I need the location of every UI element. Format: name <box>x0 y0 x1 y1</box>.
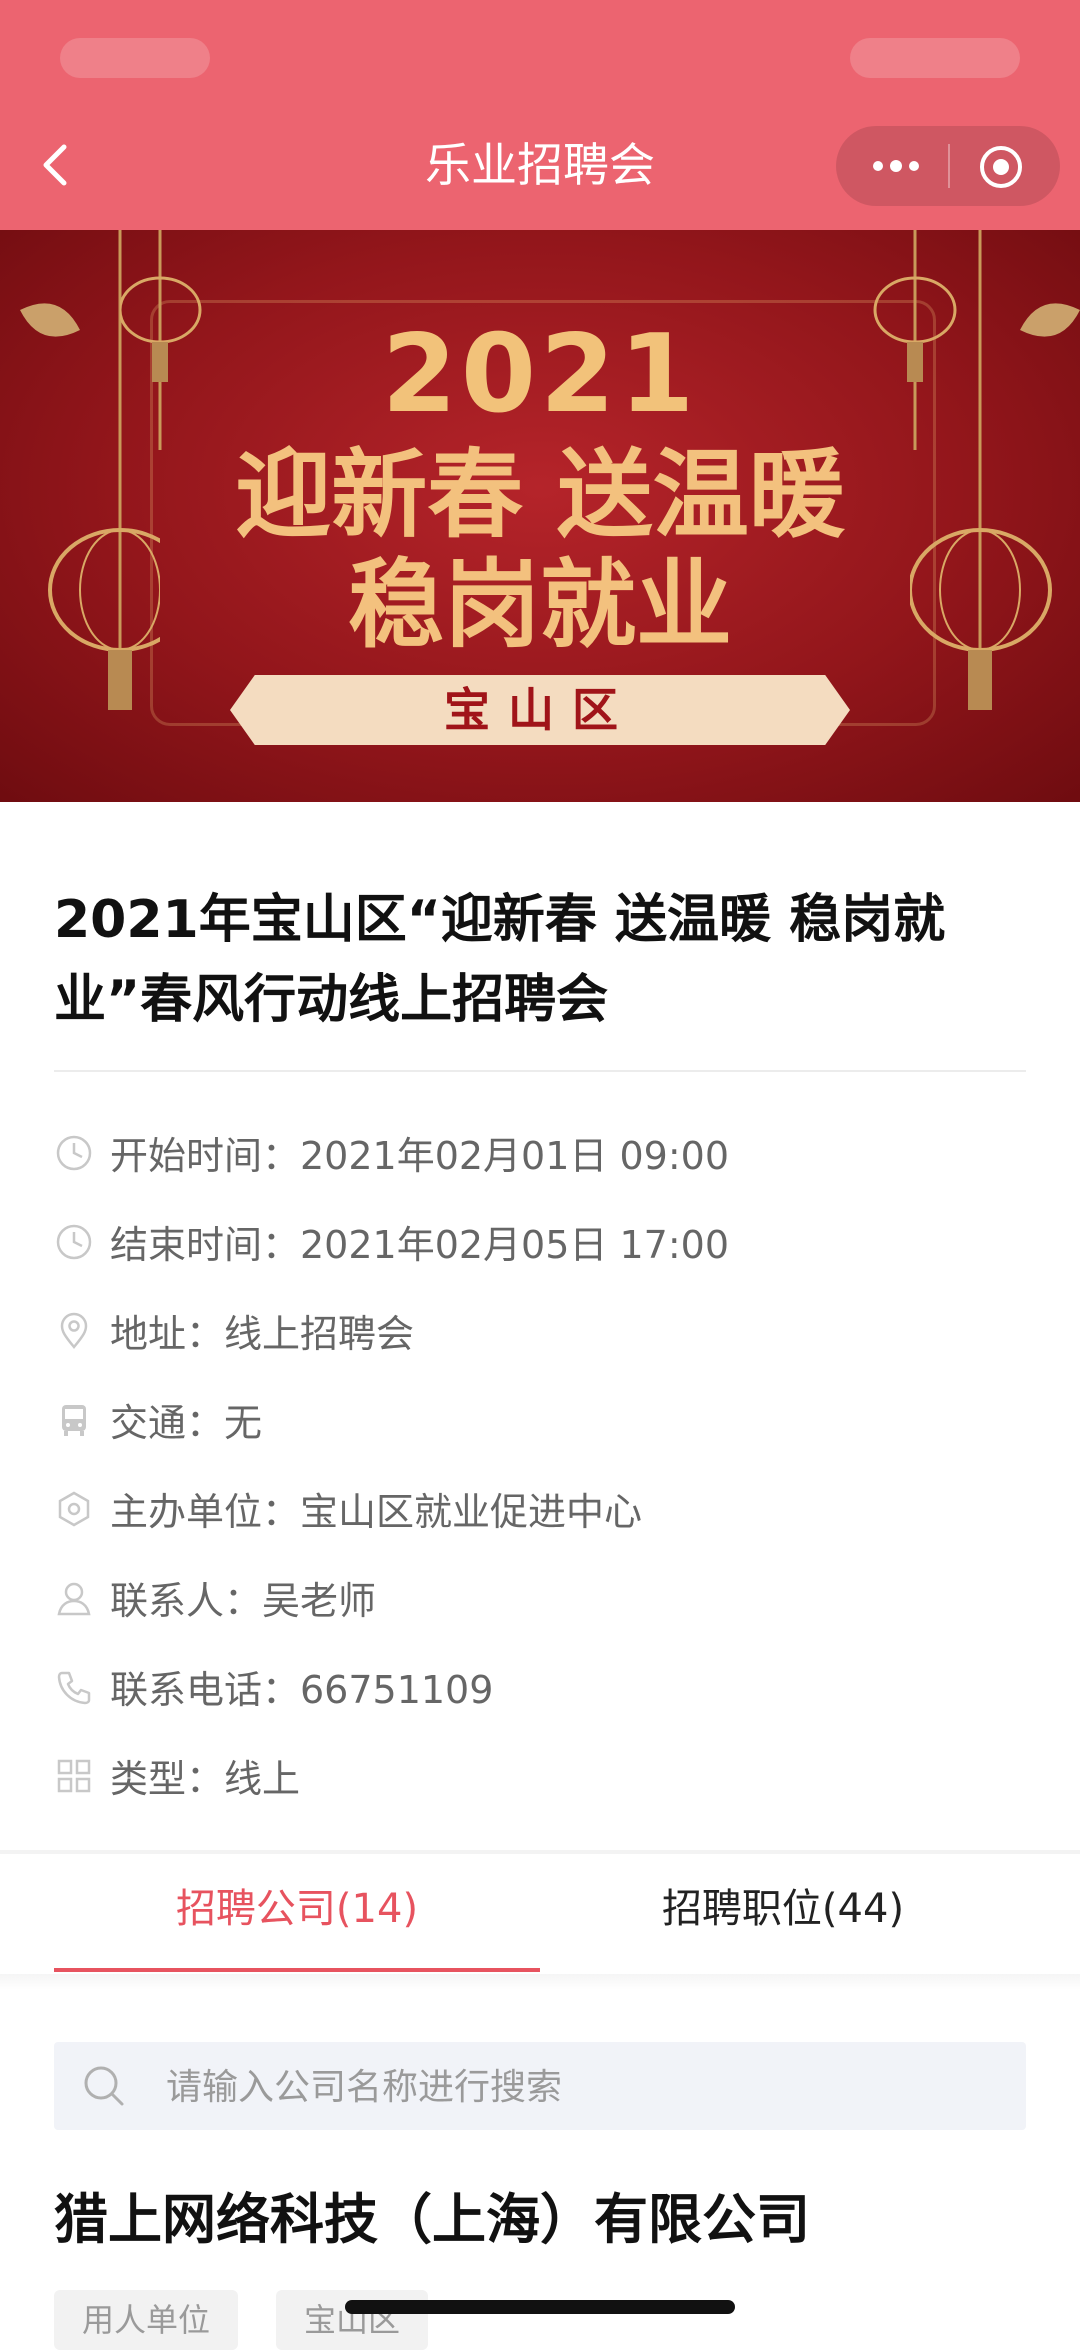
close-target-icon[interactable] <box>978 144 1024 190</box>
top-bar: 乐业招聘会 <box>0 0 1080 230</box>
clock-icon <box>56 1135 92 1170</box>
title-divider <box>54 1070 1026 1072</box>
info-row-address: 地址：线上招聘会 <box>54 1286 1026 1375</box>
banner-slogan-line2: 稳岗就业 <box>348 549 732 661</box>
mini-program-capsule <box>836 126 1060 206</box>
info-start-time: 开始时间：2021年02月01日 09:00 <box>110 1134 730 1178</box>
event-title: 2021年宝山区“迎新春 送温暖 稳岗就业”春风行动线上招聘会 <box>54 890 946 1030</box>
active-tab-underline <box>54 1968 540 1972</box>
person-icon <box>57 1582 91 1615</box>
banner-slogan-line1: 迎新春 送温暖 <box>235 439 845 551</box>
info-end-time: 结束时间：2021年02月05日 17:00 <box>110 1223 730 1267</box>
company-name[interactable]: 猎上网络科技（上海）有限公司 <box>54 2180 810 2260</box>
info-type: 类型：线上 <box>110 1757 301 1801</box>
grid-icon <box>57 1759 91 1792</box>
info-phone: 联系电话：66751109 <box>110 1668 494 1712</box>
info-row-transport: 交通：无 <box>54 1375 1026 1464</box>
info-organizer: 主办单位：宝山区就业促进中心 <box>110 1490 643 1534</box>
location-pin-icon <box>60 1312 88 1349</box>
company-tag-employer: 用人单位 <box>54 2290 239 2350</box>
info-transport: 交通：无 <box>110 1401 263 1445</box>
info-row-phone: 联系电话：66751109 <box>54 1642 1026 1731</box>
status-bar-indicators <box>850 38 1020 78</box>
info-row-contact: 联系人：吴老师 <box>54 1553 1026 1642</box>
company-search-bar <box>54 2042 1026 2132</box>
event-banner: 2021 迎新春 送温暖 稳岗就业 宝山区 <box>0 230 1080 802</box>
info-contact: 联系人：吴老师 <box>110 1579 377 1623</box>
tab-bar: 招聘公司(14) 招聘职位(44) <box>0 1854 1080 1974</box>
clock-icon <box>56 1224 92 1259</box>
info-row-start-time: 开始时间：2021年02月01日 09:00 <box>54 1108 1026 1197</box>
info-row-end-time: 结束时间：2021年02月05日 17:00 <box>54 1197 1026 1286</box>
banner-year: 2021 <box>381 312 699 437</box>
hexagon-icon <box>58 1491 90 1526</box>
company-search-input[interactable] <box>164 2042 1008 2132</box>
bus-icon <box>62 1404 86 1436</box>
phone-icon <box>57 1671 91 1704</box>
info-row-type: 类型：线上 <box>54 1731 1026 1820</box>
home-indicator <box>345 2300 735 2314</box>
company-tag-district: 宝山区 <box>276 2290 429 2350</box>
tab-companies[interactable]: 招聘公司(14) <box>54 1854 540 1964</box>
info-address: 地址：线上招聘会 <box>110 1312 415 1356</box>
tab-bar-shadow <box>0 1974 1080 1990</box>
more-dots-icon[interactable] <box>866 148 926 184</box>
event-info-list: 开始时间：2021年02月01日 09:00 结束时间：2021年02月05日 … <box>54 1108 1026 1820</box>
tab-positions[interactable]: 招聘职位(44) <box>540 1854 1026 1964</box>
capsule-divider <box>948 144 950 188</box>
status-bar-time <box>60 38 210 78</box>
banner-district-ribbon: 宝山区 <box>230 675 850 745</box>
search-icon <box>84 2066 124 2106</box>
info-row-organizer: 主办单位：宝山区就业促进中心 <box>54 1464 1026 1553</box>
